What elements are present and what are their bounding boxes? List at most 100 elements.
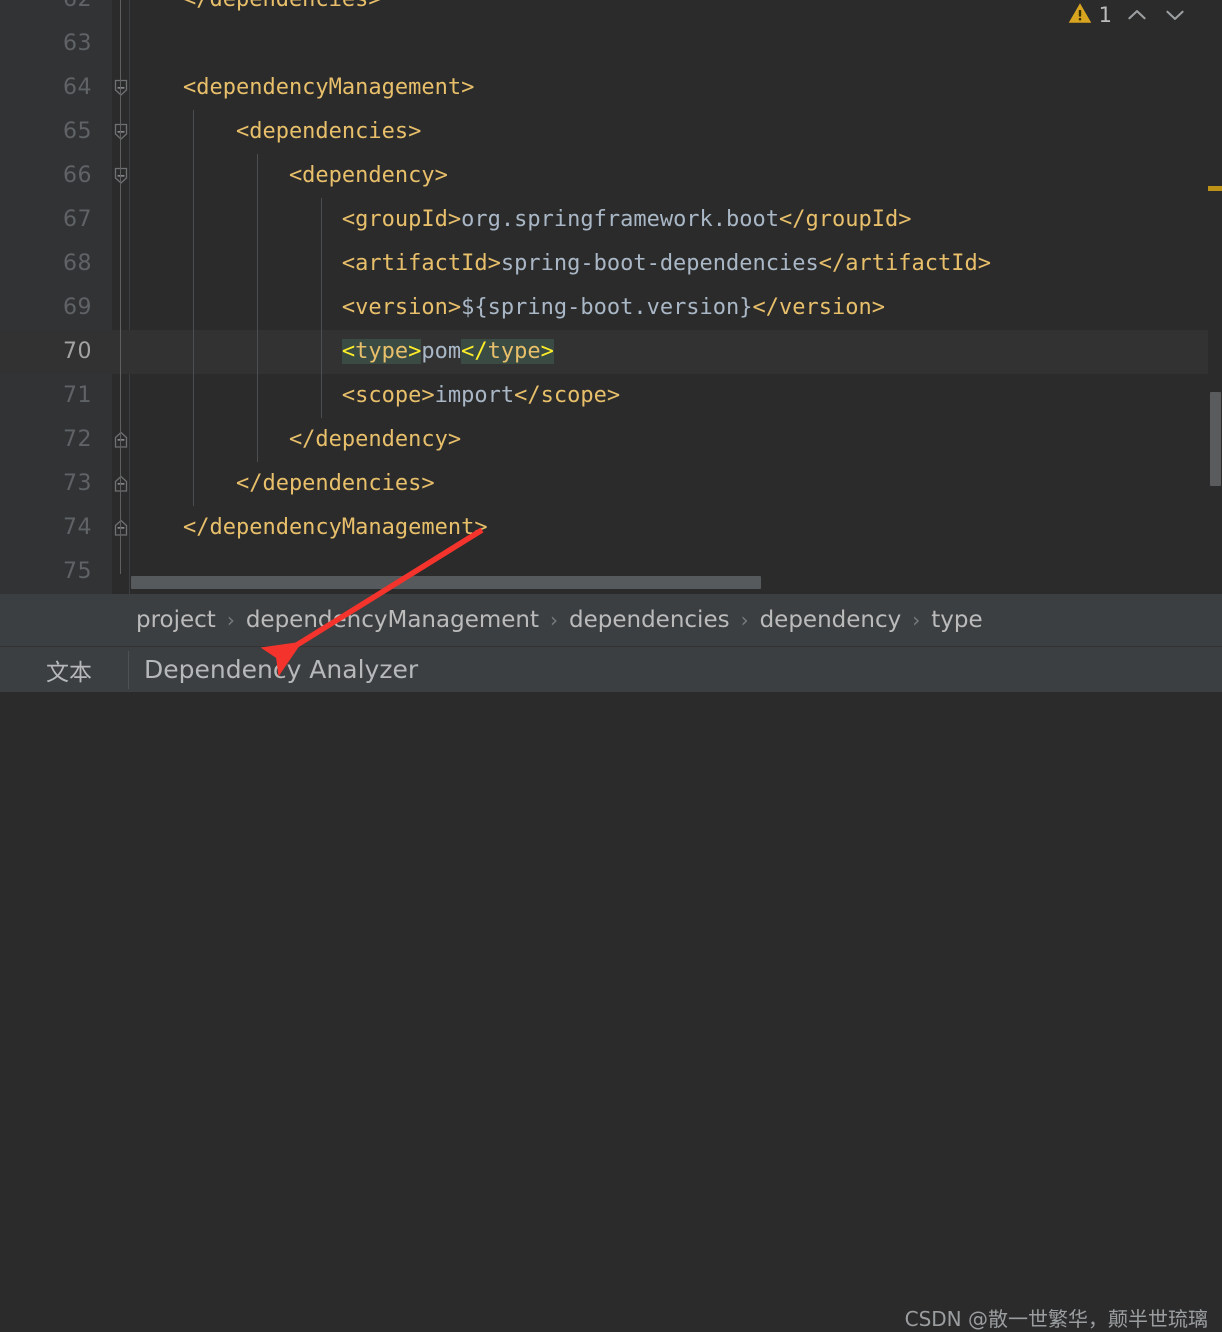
- line-number: 73: [63, 471, 92, 496]
- fold-expand-icon[interactable]: [112, 429, 130, 473]
- watermark: CSDN @散一世繁华，颠半世琉璃: [904, 1307, 1208, 1331]
- vertical-scrollbar-thumb[interactable]: [1210, 392, 1221, 486]
- line-number: 75: [63, 559, 92, 584]
- line-number: 72: [63, 427, 92, 452]
- bottom-tab-bar[interactable]: 文本 Dependency Analyzer CSDN @散一世繁华，颠半世琉璃: [0, 646, 1222, 1331]
- fold-connector-line: [120, 0, 121, 574]
- indent-guide: [193, 286, 194, 330]
- code-token: pom: [421, 339, 462, 364]
- indent-guide: [257, 330, 258, 374]
- indent-guide: [193, 330, 194, 374]
- code-line[interactable]: 66 <dependency>: [0, 154, 1222, 198]
- code-line[interactable]: 65 <dependencies>: [0, 110, 1222, 154]
- warning-indicator[interactable]: 1: [1067, 0, 1112, 30]
- line-number: 69: [63, 295, 92, 320]
- code-token: spring-boot-dependencies: [500, 251, 819, 276]
- code-text: <dependencyManagement>: [130, 66, 474, 110]
- warning-triangle-icon: [1067, 0, 1093, 30]
- marker-gutter[interactable]: [1208, 0, 1222, 594]
- warning-marker-stripe[interactable]: [1208, 186, 1222, 191]
- breadcrumb-separator: ›: [740, 608, 749, 632]
- indent-guide: [193, 110, 194, 154]
- inspection-widget[interactable]: 1: [1067, 0, 1188, 30]
- code-line[interactable]: 74 </dependencyManagement>: [0, 506, 1222, 550]
- code-token: </groupId>: [779, 207, 912, 232]
- code-line[interactable]: 69 <version>${spring-boot.version}</vers…: [0, 286, 1222, 330]
- chevron-down-icon[interactable]: [1162, 2, 1188, 28]
- horizontal-scrollbar-thumb[interactable]: [131, 576, 761, 589]
- indent-guide: [193, 418, 194, 462]
- tab-dependency-analyzer[interactable]: Dependency Analyzer: [144, 647, 418, 692]
- code-line[interactable]: 62 </dependencies>: [0, 0, 1222, 22]
- breadcrumb-item-type[interactable]: type: [931, 607, 982, 633]
- code-line[interactable]: 63: [0, 22, 1222, 66]
- line-number: 67: [63, 207, 92, 232]
- breadcrumb-item-dependencies[interactable]: dependencies: [569, 607, 730, 633]
- code-token: org.springframework.boot: [461, 207, 780, 232]
- breadcrumb[interactable]: project › dependencyManagement › dependencie…: [0, 594, 1222, 646]
- code-line[interactable]: 73 </dependencies>: [0, 462, 1222, 506]
- code-token: import: [434, 383, 515, 408]
- indent-guide: [193, 242, 194, 286]
- code-token: </: [461, 339, 488, 364]
- code-token: <scope>: [130, 383, 435, 408]
- indent-guide: [257, 418, 258, 462]
- fold-expand-icon[interactable]: [112, 517, 130, 561]
- indent-guide: [321, 286, 322, 330]
- code-line[interactable]: 72 </dependency>: [0, 418, 1222, 462]
- code-text: <version>${spring-boot.version}</version…: [130, 286, 885, 330]
- code-token: <dependency>: [130, 163, 448, 188]
- indent-guide: [193, 374, 194, 418]
- indent-guide: [257, 286, 258, 330]
- tab-text[interactable]: 文本: [46, 647, 92, 692]
- breadcrumb-item-project[interactable]: project: [136, 607, 216, 633]
- warning-count: 1: [1098, 3, 1112, 27]
- code-text: <scope>import</scope>: [130, 374, 620, 418]
- code-token: </version>: [752, 295, 885, 320]
- code-token: type: [487, 339, 541, 364]
- indent-guide: [321, 198, 322, 242]
- idea-editor-window: 62 </dependencies>6364 <dependencyManage…: [0, 0, 1222, 1331]
- code-line[interactable]: 68 <artifactId>spring-boot-dependencies<…: [0, 242, 1222, 286]
- breadcrumb-separator: ›: [550, 608, 558, 632]
- code-text: </dependencies>: [130, 462, 435, 506]
- breadcrumb-items: project › dependencyManagement › dependencie…: [136, 607, 983, 633]
- indent-guide: [193, 462, 194, 506]
- fold-collapse-icon[interactable]: [112, 165, 130, 209]
- code-token: >: [540, 339, 554, 364]
- fold-expand-icon[interactable]: [112, 473, 130, 517]
- indent-guide: [321, 242, 322, 286]
- tab-text-label: 文本: [46, 659, 92, 686]
- code-editor[interactable]: 62 </dependencies> 63 64 <dependencyManage…: [0, 0, 1222, 594]
- code-token: <groupId>: [130, 207, 462, 232]
- code-token: <: [341, 339, 356, 364]
- code-text: <artifactId>spring-boot-dependencies</ar…: [130, 242, 991, 286]
- code-text: <dependency>: [130, 154, 448, 198]
- code-token: ${spring-boot.version}: [461, 295, 753, 320]
- code-line[interactable]: 71 <scope>import</scope>: [0, 374, 1222, 418]
- code-token: </dependency>: [130, 427, 462, 452]
- line-number: 70: [63, 339, 92, 364]
- breadcrumb-separator: ›: [912, 608, 921, 632]
- code-line[interactable]: 64 <dependencyManagement>: [0, 66, 1222, 110]
- tab-dependency-analyzer-label: Dependency Analyzer: [144, 655, 419, 684]
- code-token: </artifactId>: [818, 251, 991, 276]
- chevron-up-icon[interactable]: [1124, 2, 1150, 28]
- line-number: 66: [63, 163, 92, 188]
- line-number: 64: [63, 75, 92, 100]
- code-token: </scope>: [514, 383, 621, 408]
- indent-guide: [193, 154, 194, 198]
- fold-collapse-icon[interactable]: [112, 121, 130, 165]
- breadcrumb-item-dependencymanagement[interactable]: dependencyManagement: [246, 607, 539, 633]
- code-token: </dependencyManagement>: [130, 515, 488, 540]
- code-token: <version>: [130, 295, 462, 320]
- breadcrumb-item-dependency[interactable]: dependency: [760, 607, 902, 633]
- tab-divider: [128, 651, 129, 689]
- indent-guide: [257, 198, 258, 242]
- code-line[interactable]: 67 <groupId>org.springframework.boot</gr…: [0, 198, 1222, 242]
- code-line[interactable]: 70 <type>pom</type>: [0, 330, 1222, 374]
- line-number: 74: [63, 515, 92, 540]
- fold-collapse-icon[interactable]: [112, 77, 130, 121]
- line-number: 71: [63, 383, 92, 408]
